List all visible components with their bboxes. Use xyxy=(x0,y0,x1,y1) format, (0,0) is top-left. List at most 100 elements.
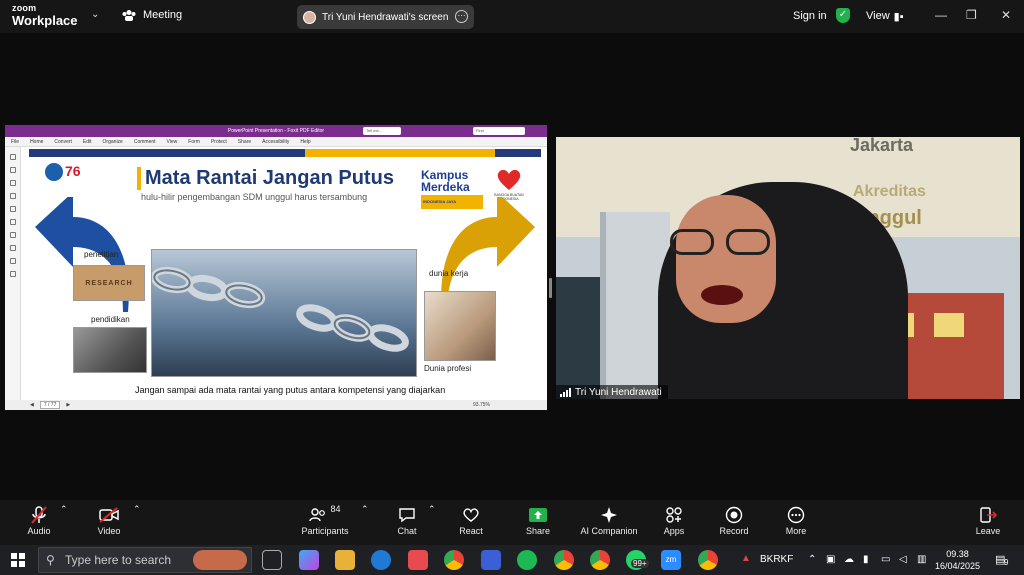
heart-outline-icon xyxy=(456,504,486,526)
chevron-down-icon[interactable]: ⌄ xyxy=(91,9,99,20)
pdf-status-bar: ◀ 7 / 77 ▶ 93.75% xyxy=(5,400,547,410)
slide-bottom-text: Jangan sampai ada mata rantai yang putus… xyxy=(135,385,446,395)
form-icon[interactable] xyxy=(9,232,16,238)
taskbar-clock[interactable]: 09.38 16/04/2025 xyxy=(935,548,980,572)
copilot-icon[interactable] xyxy=(299,550,319,570)
bkrkf-icon[interactable]: ▲ xyxy=(741,553,751,564)
signature-icon[interactable] xyxy=(9,219,16,225)
apps-button[interactable]: Apps xyxy=(661,504,687,536)
cloud-icon[interactable]: ☁ xyxy=(844,554,854,565)
music-icon[interactable] xyxy=(408,550,428,570)
video-options-chevron-icon[interactable]: ⌃ xyxy=(133,504,141,515)
pdf-menu-file[interactable]: File xyxy=(11,139,19,145)
signal-icon xyxy=(560,388,571,397)
split-divider-handle[interactable] xyxy=(549,278,552,298)
more-button[interactable]: More xyxy=(782,504,810,536)
page-indicator[interactable]: 7 / 77 xyxy=(39,401,61,409)
zoom-level[interactable]: 93.75% xyxy=(473,402,490,408)
prev-page-icon[interactable]: ◀ xyxy=(30,402,34,408)
shared-screen[interactable]: PowerPoint Presentation - Foxit PDF Edit… xyxy=(5,125,547,410)
pdf-menu-form[interactable]: Form xyxy=(188,139,200,145)
chrome-icon[interactable] xyxy=(444,550,464,570)
pdf-menu-help[interactable]: Help xyxy=(300,139,310,145)
classroom-photo xyxy=(73,327,147,373)
close-icon[interactable]: ✕ xyxy=(1001,8,1011,22)
heart-icon xyxy=(497,169,521,190)
pdf-menu-edit[interactable]: Edit xyxy=(83,139,92,145)
broken-chain-image xyxy=(150,266,409,352)
video-button[interactable]: Video xyxy=(94,504,124,536)
minimize-icon[interactable]: — xyxy=(935,8,947,22)
chat-button[interactable]: Chat xyxy=(393,504,421,536)
pdf-menu-organize[interactable]: Organize xyxy=(103,139,123,145)
meeting-icon xyxy=(122,10,136,21)
store-icon[interactable] xyxy=(481,550,501,570)
slide-top-bar xyxy=(29,149,541,157)
sign-in-link[interactable]: Sign in xyxy=(793,10,827,22)
dark-building xyxy=(556,277,606,399)
screen-share-pill[interactable]: Tri Yuni Hendrawati's screen ··· xyxy=(297,5,474,29)
security-icon[interactable] xyxy=(9,258,16,264)
record-button[interactable]: Record xyxy=(718,504,750,536)
meeting-controls: Audio ⌃ Video ⌃ 84 Participants ⌃ Chat ⌃ xyxy=(0,500,1024,545)
file-explorer-icon[interactable] xyxy=(335,550,355,570)
tool-icon[interactable] xyxy=(9,245,16,251)
display-icon[interactable]: ▭ xyxy=(881,554,890,565)
chat-options-chevron-icon[interactable]: ⌃ xyxy=(428,504,436,515)
pdf-menu-comment[interactable]: Comment xyxy=(134,139,156,145)
pdf-menu-share[interactable]: Share xyxy=(238,139,251,145)
avatar xyxy=(303,10,316,24)
attachment-icon[interactable] xyxy=(9,206,16,212)
speaker-icon[interactable]: ◁ xyxy=(899,554,907,565)
participants-button[interactable]: 84 Participants xyxy=(298,504,352,536)
presenter-mouth xyxy=(701,285,743,305)
participants-options-chevron-icon[interactable]: ⌃ xyxy=(361,504,369,515)
notification-count: 9 xyxy=(1004,558,1009,567)
ai-companion-button[interactable]: AI Companion xyxy=(578,504,640,536)
edge-icon[interactable] xyxy=(371,550,391,570)
meeting-menu[interactable]: Meeting xyxy=(122,9,182,21)
pdf-menu-convert[interactable]: Convert xyxy=(54,139,72,145)
spotify-icon[interactable] xyxy=(517,550,537,570)
view-button[interactable]: View ▮▪ xyxy=(866,10,904,23)
network-icon[interactable]: ▥ xyxy=(917,554,926,565)
research-photo: RESEARCH xyxy=(73,265,145,301)
zoom-taskbar-icon[interactable]: zm xyxy=(661,550,681,570)
find-field[interactable]: Find xyxy=(473,127,525,135)
audio-label: Audio xyxy=(27,526,51,536)
share-button[interactable]: Share xyxy=(523,504,553,536)
pdf-menu-view[interactable]: View xyxy=(167,139,178,145)
next-page-icon[interactable]: ▶ xyxy=(66,402,70,408)
search-icon[interactable] xyxy=(9,271,16,277)
task-view-icon[interactable] xyxy=(262,550,282,570)
more-options-icon[interactable]: ··· xyxy=(455,10,468,23)
page-icon[interactable] xyxy=(9,167,16,173)
apps-icon xyxy=(661,504,687,526)
bookmark-icon[interactable] xyxy=(9,154,16,160)
audio-button[interactable]: Audio xyxy=(24,504,54,536)
windows-start-icon[interactable] xyxy=(11,553,25,567)
chrome-profile-3-icon[interactable] xyxy=(698,550,718,570)
layers-icon[interactable] xyxy=(9,193,16,199)
background-text-jakarta: Jakarta xyxy=(850,137,914,155)
bkrkf-label[interactable]: BKRKF xyxy=(760,554,793,565)
pdf-menu-accessibility[interactable]: Accessibility xyxy=(262,139,289,145)
pdf-menu-home[interactable]: Home xyxy=(30,139,43,145)
restore-icon[interactable]: ❐ xyxy=(966,8,977,22)
tray-chevron-icon[interactable]: ⌃ xyxy=(808,554,816,565)
comment-icon[interactable] xyxy=(9,180,16,186)
audio-options-chevron-icon[interactable]: ⌃ xyxy=(60,504,68,515)
pdf-menu-protect[interactable]: Protect xyxy=(211,139,227,145)
chrome-profile-icon[interactable] xyxy=(554,550,574,570)
tray-app-icon[interactable]: ▣ xyxy=(826,554,835,565)
mic-tray-icon[interactable]: ▮ xyxy=(863,554,869,565)
chrome-profile-2-icon[interactable] xyxy=(590,550,610,570)
slide-subtitle: hulu-hilir pengembangan SDM unggul harus… xyxy=(141,192,368,202)
react-button[interactable]: React xyxy=(456,504,486,536)
leave-button[interactable]: Leave xyxy=(974,504,1002,536)
taskbar-search[interactable]: ⚲ Type here to search xyxy=(38,547,252,573)
ai-companion-label: AI Companion xyxy=(580,526,638,536)
shield-check-icon[interactable]: ✓ xyxy=(836,8,850,23)
participant-video[interactable]: Jakarta Akreditas Unggul xyxy=(556,137,1020,399)
tell-me-search[interactable]: Tell me... xyxy=(363,127,401,135)
